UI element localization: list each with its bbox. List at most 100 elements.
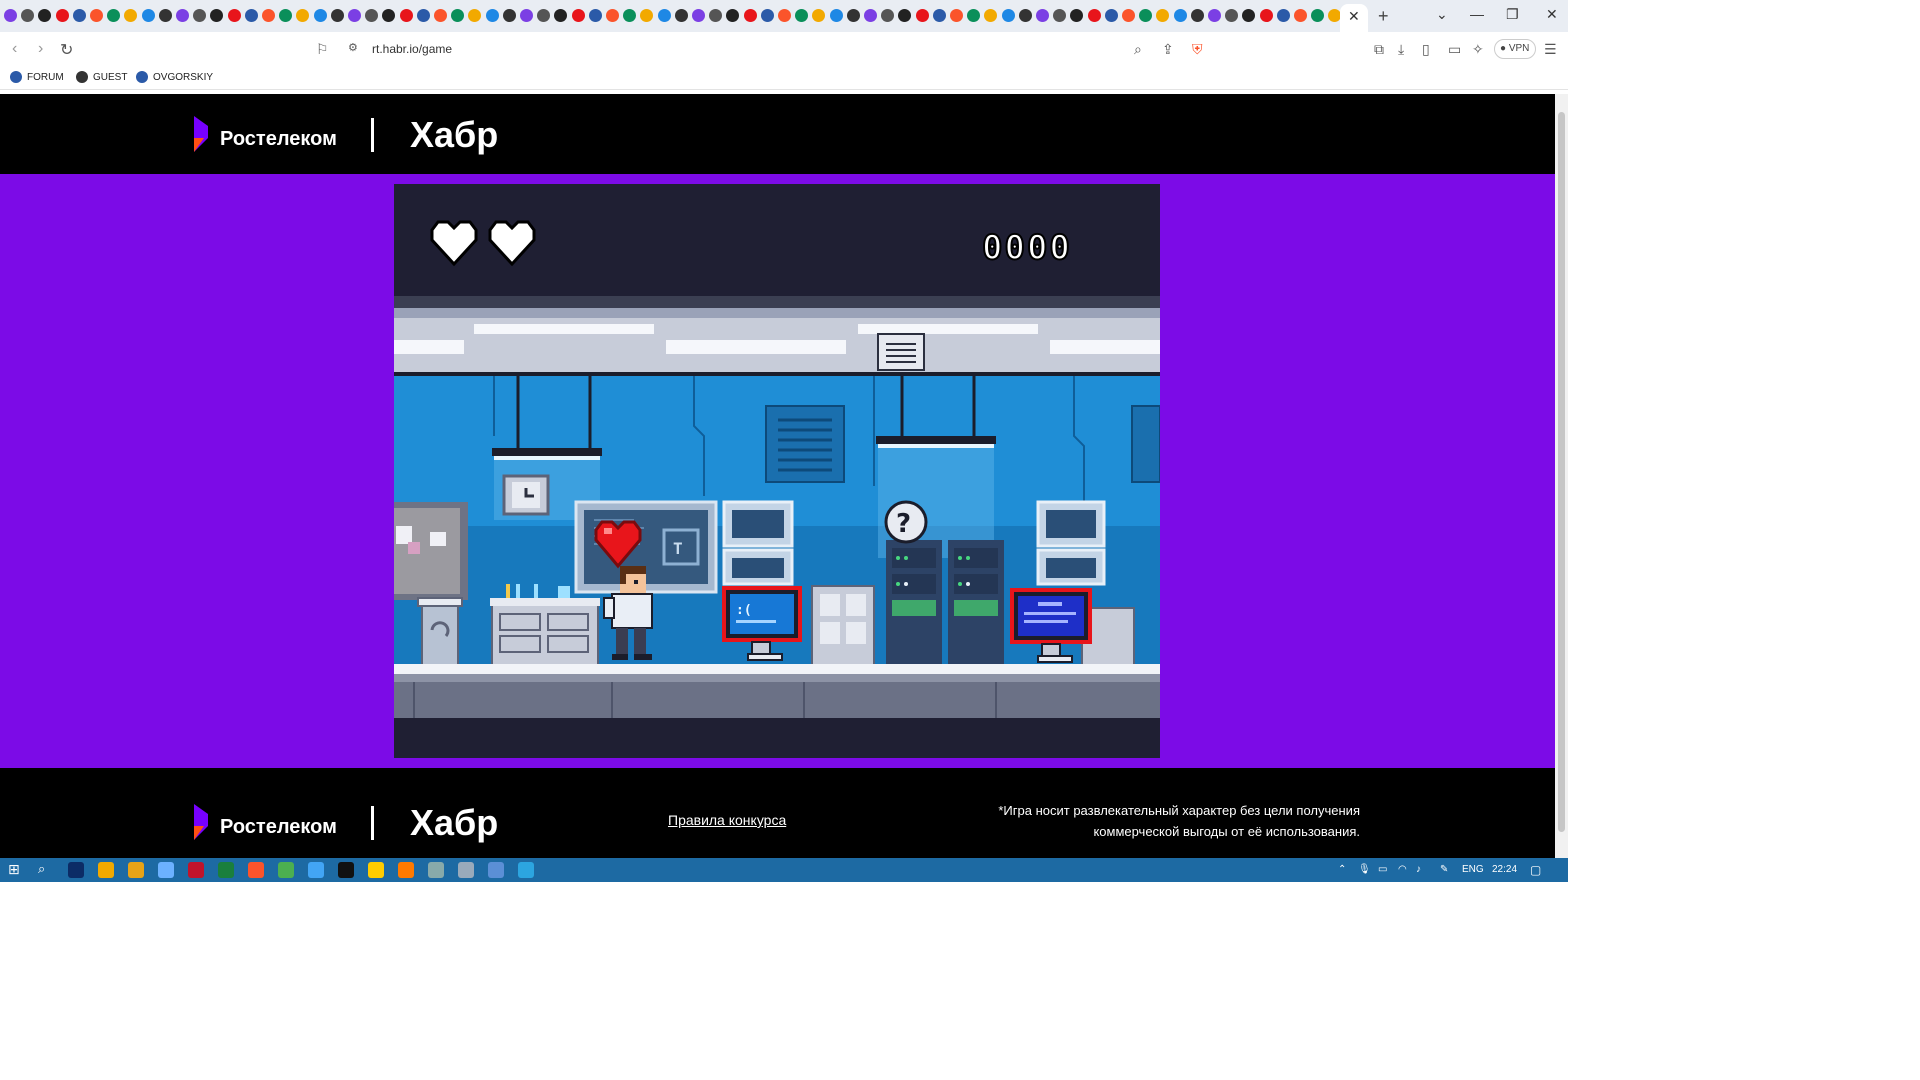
tab-favicon-icon[interactable]	[554, 9, 568, 22]
tab-favicon-icon[interactable]	[21, 9, 35, 22]
tab-favicon-icon[interactable]	[1208, 9, 1221, 22]
notifications-icon[interactable]: ▢	[1530, 863, 1541, 877]
tab-favicon-icon[interactable]	[537, 9, 551, 22]
tab-favicon-icon[interactable]	[692, 9, 705, 22]
tab-favicon-icon[interactable]	[330, 9, 344, 22]
taskbar-app-icon[interactable]	[338, 862, 354, 878]
reload-icon[interactable]: ↻	[60, 40, 73, 60]
taskbar-app-icon[interactable]	[398, 862, 414, 878]
tab-favicon-icon[interactable]	[709, 9, 723, 22]
back-button[interactable]: ‹	[12, 40, 17, 58]
tab-favicon-icon[interactable]	[55, 9, 69, 22]
search-icon[interactable]: ⌕	[38, 861, 45, 877]
tab-favicon-icon[interactable]	[640, 9, 654, 22]
tab-favicon-icon[interactable]	[141, 9, 155, 22]
tab-favicon-icon[interactable]	[984, 9, 998, 22]
taskbar-app-icon[interactable]	[128, 862, 144, 878]
tab-favicon-icon[interactable]	[382, 9, 396, 22]
tab-favicon-icon[interactable]	[520, 9, 533, 22]
tab-favicon-icon[interactable]	[1070, 9, 1084, 22]
tab-favicon-icon[interactable]	[1104, 9, 1118, 22]
zoom-icon[interactable]: ⌕	[1134, 41, 1142, 58]
tab-favicon-icon[interactable]	[176, 9, 189, 22]
tab-favicon-icon[interactable]	[502, 9, 516, 22]
tab-favicon-icon[interactable]	[1259, 9, 1273, 22]
tab-favicon-icon[interactable]	[296, 9, 310, 22]
tab-favicon-icon[interactable]	[743, 9, 757, 22]
tab-favicon-icon[interactable]	[1122, 9, 1135, 22]
tab-favicon-icon[interactable]	[571, 9, 585, 22]
bookmark-forum[interactable]: FORUM	[10, 71, 64, 83]
tab-favicon-icon[interactable]	[38, 9, 52, 22]
tab-favicon-icon[interactable]	[1242, 9, 1256, 22]
tab-favicon-icon[interactable]	[244, 9, 258, 22]
scrollbar-thumb[interactable]	[1558, 112, 1565, 832]
tab-favicon-icon[interactable]	[1276, 9, 1290, 22]
downloads-icon[interactable]: ⤓	[1398, 41, 1404, 58]
tab-favicon-icon[interactable]	[950, 9, 963, 22]
tab-favicon-icon[interactable]	[451, 9, 465, 22]
contest-rules-link[interactable]: Правила конкурса	[668, 812, 786, 828]
tab-favicon-icon[interactable]	[107, 9, 121, 22]
tab-favicon-icon[interactable]	[1311, 9, 1325, 22]
pen-icon[interactable]: ✎	[1440, 864, 1448, 875]
volume-icon[interactable]: ♪	[1416, 864, 1421, 875]
tab-favicon-icon[interactable]	[967, 9, 981, 22]
tab-favicon-icon[interactable]	[399, 9, 413, 22]
taskbar-app-icon[interactable]	[98, 862, 114, 878]
tab-search-icon[interactable]: ⌄	[1436, 6, 1448, 23]
tab-favicon-icon[interactable]	[1087, 9, 1101, 22]
tab-favicon-icon[interactable]	[674, 9, 688, 22]
bookmark-ovgorskiy[interactable]: OVGORSKIY	[136, 71, 213, 83]
language-indicator[interactable]: ENG	[1462, 864, 1484, 875]
taskbar-app-icon[interactable]	[218, 862, 234, 878]
microphone-icon[interactable]: 🎙	[1358, 864, 1371, 875]
bookmark-icon[interactable]: ⚐	[316, 41, 329, 58]
page-scrollbar[interactable]	[1555, 94, 1568, 858]
tab-favicon-icon[interactable]	[1018, 9, 1032, 22]
menu-icon[interactable]: ☰	[1544, 41, 1557, 58]
minimize-button[interactable]: —	[1470, 6, 1484, 22]
game-canvas[interactable]: 0000 T ?:(	[394, 184, 1160, 758]
tab-favicon-icon[interactable]	[1156, 9, 1170, 22]
tab-favicon-icon[interactable]	[881, 9, 895, 22]
close-window-button[interactable]: ✕	[1546, 6, 1558, 23]
tab-favicon-icon[interactable]	[193, 9, 207, 22]
vpn-button[interactable]: ● VPN	[1494, 39, 1536, 59]
tab-favicon-icon[interactable]	[348, 9, 361, 22]
tab-favicon-icon[interactable]	[279, 9, 293, 22]
tab-favicon-icon[interactable]	[846, 9, 860, 22]
tab-favicon-icon[interactable]	[864, 9, 877, 22]
tab-favicon-icon[interactable]	[72, 9, 86, 22]
taskbar-app-icon[interactable]	[158, 862, 174, 878]
tab-favicon-icon[interactable]	[623, 9, 637, 22]
tab-favicon-icon[interactable]	[434, 9, 447, 22]
tray-chevron-icon[interactable]: ⌃	[1338, 864, 1346, 875]
tab-favicon-icon[interactable]	[606, 9, 619, 22]
tab-favicon-icon[interactable]	[778, 9, 791, 22]
tab-favicon-icon[interactable]	[416, 9, 430, 22]
tab-favicon-icon[interactable]	[1139, 9, 1153, 22]
taskbar-app-icon[interactable]	[308, 862, 324, 878]
site-settings-icon[interactable]: ⚙	[348, 41, 358, 54]
start-button[interactable]: ⊞	[8, 861, 20, 878]
clock[interactable]: 22:24	[1492, 864, 1517, 875]
tab-favicon-icon[interactable]	[657, 9, 671, 22]
tab-favicon-icon[interactable]	[726, 9, 740, 22]
tab-favicon-icon[interactable]	[1190, 9, 1204, 22]
close-tab-icon[interactable]: ✕	[1348, 8, 1360, 25]
tab-favicon-icon[interactable]	[1036, 9, 1049, 22]
tab-favicon-icon[interactable]	[468, 9, 482, 22]
extensions-icon[interactable]: ⧉	[1374, 41, 1384, 58]
tab-favicon-icon[interactable]	[313, 9, 327, 22]
tab-favicon-icon[interactable]	[1294, 9, 1307, 22]
taskbar-app-icon[interactable]	[458, 862, 474, 878]
url-text[interactable]: rt.habr.io/game	[372, 42, 452, 56]
tab-favicon-icon[interactable]	[210, 9, 224, 22]
battery-icon[interactable]: ▭	[1378, 864, 1387, 875]
taskbar-app-icon[interactable]	[368, 862, 384, 878]
tab-favicon-icon[interactable]	[365, 9, 379, 22]
tab-favicon-icon[interactable]	[932, 9, 946, 22]
forward-button[interactable]: ›	[38, 40, 43, 58]
tab-favicon-icon[interactable]	[1173, 9, 1187, 22]
